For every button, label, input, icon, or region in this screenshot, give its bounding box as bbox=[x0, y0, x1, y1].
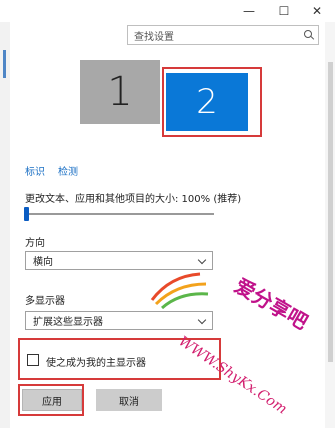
nav-sidebar-edge bbox=[0, 22, 10, 428]
orientation-label: 方向 bbox=[25, 238, 45, 249]
highlight-box-monitor bbox=[162, 67, 262, 137]
orientation-dropdown[interactable]: 横向 bbox=[25, 251, 213, 270]
nav-selection-indicator bbox=[3, 50, 6, 78]
multiple-displays-label: 多显示器 bbox=[25, 296, 65, 307]
main-display-label: 使之成为我的主显示器 bbox=[46, 358, 146, 369]
identify-link[interactable]: 标识 bbox=[25, 163, 45, 178]
monitor-1-number: 1 bbox=[107, 69, 133, 115]
minimize-button[interactable]: — bbox=[235, 0, 263, 22]
title-bar: — ☐ ✕ bbox=[0, 0, 335, 22]
watermark-text: 爱分享吧 bbox=[230, 273, 312, 335]
watermark-logo: 爱分享吧 WWW.ShyKx.Com bbox=[150, 270, 330, 418]
multiple-displays-value: 扩展这些显示器 bbox=[33, 317, 103, 328]
detect-link[interactable]: 检测 bbox=[58, 163, 78, 178]
maximize-button[interactable]: ☐ bbox=[270, 0, 298, 22]
search-icon[interactable] bbox=[304, 30, 313, 39]
close-button[interactable]: ✕ bbox=[303, 0, 331, 22]
watermark-url: WWW.ShyKx.Com bbox=[175, 333, 290, 418]
search-input[interactable]: 查找设置 bbox=[127, 25, 319, 45]
watermark-swoosh-icon bbox=[150, 272, 209, 310]
main-display-checkbox[interactable] bbox=[27, 354, 39, 366]
orientation-value: 横向 bbox=[33, 257, 53, 268]
search-placeholder: 查找设置 bbox=[134, 31, 174, 43]
scale-slider-thumb[interactable] bbox=[24, 207, 29, 221]
monitor-1-tile[interactable]: 1 bbox=[80, 60, 160, 124]
chevron-down-icon bbox=[197, 255, 207, 265]
highlight-box-apply bbox=[18, 384, 84, 416]
scale-label: 更改文本、应用和其他项目的大小: 100% (推荐) bbox=[25, 194, 242, 205]
scale-slider-track[interactable] bbox=[26, 213, 214, 215]
